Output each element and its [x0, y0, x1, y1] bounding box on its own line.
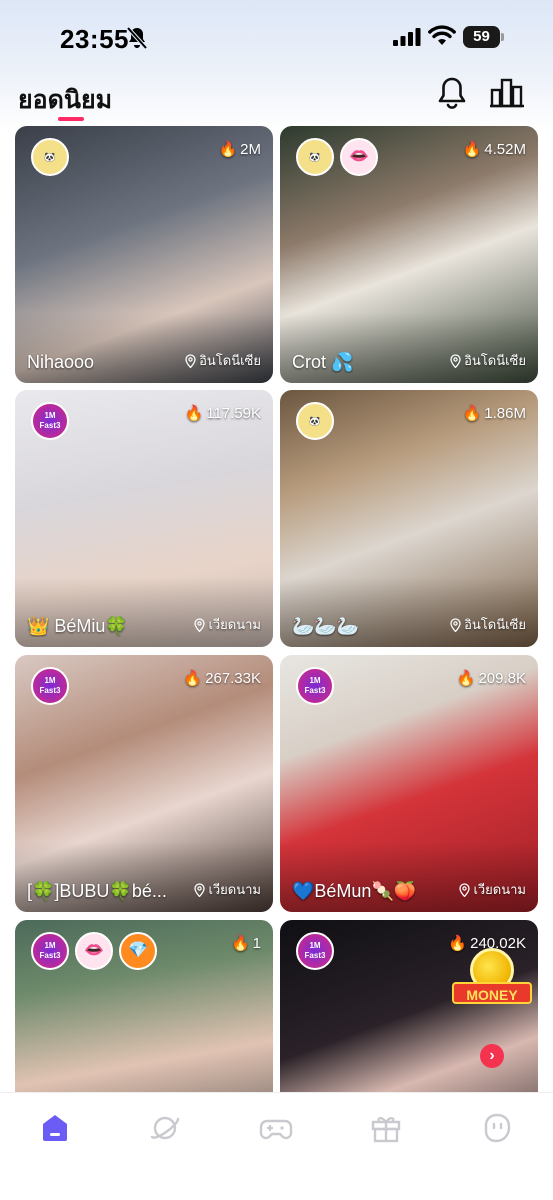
battery-percent: 59	[473, 28, 490, 45]
panda-badge: 🐼	[296, 138, 334, 176]
viewer-count: 🔥 1.86M	[462, 404, 526, 423]
fast3-badge: 1M Fast3	[31, 932, 69, 970]
location-pin-icon	[194, 617, 206, 632]
bottom-navigation	[0, 1092, 553, 1200]
live-stream-grid: 🐼 🔥 2M Nihaooo อินโดนีเซีย 🐼 👄 🔥 4.52M C…	[0, 126, 553, 1092]
streamer-name: Nihaooo	[27, 352, 95, 372]
streamer-name: Crot 💦	[292, 352, 354, 372]
streamer-name: 👑 BéMiu🍀	[27, 616, 128, 636]
battery-indicator: 59	[463, 26, 505, 48]
cellular-signal-icon	[393, 28, 421, 46]
viewer-count-value: 117.59K	[206, 404, 261, 422]
streamer-name: 🦢🦢🦢	[292, 616, 360, 636]
fire-icon: 🔥	[462, 141, 482, 158]
lips-badge: 👄	[340, 138, 378, 176]
gem-badge: 💎	[119, 932, 157, 970]
panda-badge: 🐼	[31, 138, 69, 176]
page-title[interactable]: ยอดนิยม	[18, 80, 112, 120]
stream-card[interactable]: 🐼 🔥 2M Nihaooo อินโดนีเซีย	[15, 126, 273, 383]
profile-face-icon[interactable]	[480, 1111, 514, 1145]
viewer-count-value: 1	[252, 934, 261, 952]
viewer-count-value: 267.33K	[205, 669, 261, 687]
money-promo[interactable]: MONEY	[452, 948, 532, 1018]
viewer-count: 🔥 1	[230, 934, 261, 953]
fast3-badge: 1M Fast3	[31, 402, 69, 440]
stream-card[interactable]: 1M Fast3 🔥 209.8K 💙BéMun🍡🍑 เวียดนาม	[280, 655, 538, 912]
stream-location: อินโดนีเซีย	[450, 614, 526, 635]
money-promo-label: MONEY	[452, 982, 532, 1004]
location-pin-icon	[450, 353, 461, 368]
stream-card[interactable]: 1M Fast3 🔥 117.59K 👑 BéMiu🍀 เวียดนาม	[15, 390, 273, 647]
viewer-count-value: 1.86M	[484, 404, 526, 422]
active-tab-indicator	[58, 117, 84, 121]
chevron-right-icon[interactable]: ›	[480, 1044, 504, 1068]
viewer-count: 🔥 4.52M	[462, 140, 526, 159]
status-bar: 23:55 59	[0, 0, 553, 72]
viewer-count: 🔥 267.33K	[183, 669, 261, 688]
stream-location: เวียดนาม	[194, 879, 261, 900]
explore-planet-icon[interactable]	[148, 1111, 182, 1145]
location-label: อินโดนีเซีย	[464, 353, 526, 368]
location-pin-icon	[459, 882, 471, 897]
stream-card[interactable]: 1M Fast3 🔥 267.33K [🍀]BUBU🍀bé... เวียดนา…	[15, 655, 273, 912]
location-label: เวียดนาม	[208, 617, 261, 632]
viewer-count-value: 209.8K	[478, 669, 526, 687]
location-pin-icon	[194, 882, 206, 897]
gift-icon[interactable]	[369, 1111, 403, 1145]
location-pin-icon	[450, 617, 461, 632]
viewer-count: 🔥 117.59K	[184, 404, 261, 423]
fire-icon: 🔥	[462, 405, 482, 422]
streamer-name: [🍀]BUBU🍀bé...	[27, 881, 167, 901]
viewer-count: 🔥 209.8K	[456, 669, 526, 688]
wifi-icon	[428, 25, 456, 45]
streamer-name: 💙BéMun🍡🍑	[292, 881, 417, 901]
stream-location: อินโดนีเซีย	[185, 350, 261, 371]
leaderboard-icon[interactable]	[490, 78, 524, 108]
location-label: อินโดนีเซีย	[199, 353, 261, 368]
location-label: เวียดนาม	[208, 882, 261, 897]
fast3-badge: 1M Fast3	[296, 667, 334, 705]
stream-card[interactable]: 1M Fast3 👄 💎 🔥 1	[15, 920, 273, 1092]
home-icon[interactable]	[38, 1111, 72, 1145]
game-controller-icon[interactable]	[259, 1111, 293, 1145]
fire-icon: 🔥	[230, 935, 250, 952]
viewer-count: 🔥 2M	[218, 140, 261, 159]
fire-icon: 🔥	[456, 670, 476, 687]
fast3-badge: 1M Fast3	[31, 667, 69, 705]
fast3-badge: 1M Fast3	[296, 932, 334, 970]
notification-bell-icon[interactable]	[437, 76, 467, 110]
battery-cap	[501, 33, 504, 41]
viewer-count-value: 2M	[240, 140, 261, 158]
stream-location: เวียดนาม	[194, 614, 261, 635]
panda-badge: 🐼	[296, 402, 334, 440]
location-pin-icon	[185, 353, 196, 368]
stream-card[interactable]: 🐼 🔥 1.86M 🦢🦢🦢 อินโดนีเซีย	[280, 390, 538, 647]
fire-icon: 🔥	[183, 670, 203, 687]
lips-badge: 👄	[75, 932, 113, 970]
location-label: เวียดนาม	[473, 882, 526, 897]
viewer-count-value: 4.52M	[484, 140, 526, 158]
stream-location: อินโดนีเซีย	[450, 350, 526, 371]
stream-card[interactable]: 🐼 👄 🔥 4.52M Crot 💦 อินโดนีเซีย	[280, 126, 538, 383]
fire-icon: 🔥	[218, 141, 238, 158]
status-time: 23:55	[60, 24, 129, 54]
stream-card[interactable]: 1M Fast3 🔥 240.02K MONEY ›	[280, 920, 538, 1092]
location-label: อินโดนีเซีย	[464, 617, 526, 632]
bell-muted-icon	[126, 26, 148, 50]
fire-icon: 🔥	[184, 405, 204, 422]
stream-location: เวียดนาม	[459, 879, 526, 900]
